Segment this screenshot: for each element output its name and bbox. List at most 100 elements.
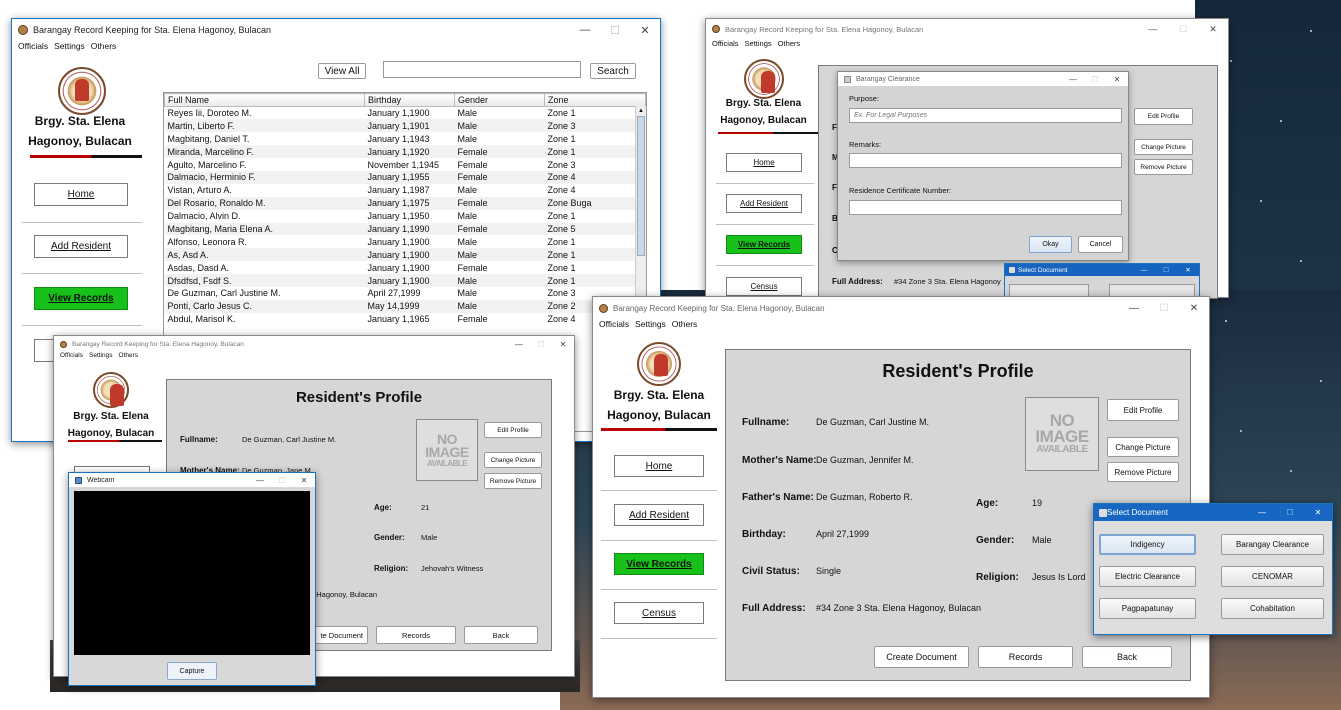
table-row[interactable]: Dalmacio, Herminio F. January 1,1955 Femal… [164,170,646,184]
menu-others[interactable]: Others [778,39,801,50]
column-header[interactable]: Birthday [364,93,455,107]
create-document-button[interactable]: Create Document [874,646,969,668]
close-icon[interactable]: ✕ [293,476,315,485]
table-row[interactable]: Magbitang, Daniel T. January 1,1943 Male Zo… [165,132,646,145]
electric-clearance-button[interactable]: Electric Clearance [1099,566,1196,587]
nav-add-resident-button[interactable]: Add Resident [34,235,128,258]
close-icon[interactable]: ✕ [1198,24,1228,35]
back-button[interactable]: Back [1082,646,1172,668]
menu-others[interactable]: Others [91,41,117,55]
records-button[interactable]: Records [376,626,456,644]
scroll-thumb[interactable] [637,116,645,256]
minimize-icon[interactable]: — [1248,508,1276,517]
close-icon[interactable]: ✕ [630,24,660,37]
menu-officials[interactable]: Officials [712,39,739,50]
menu-settings[interactable]: Settings [745,39,772,50]
maximize-icon[interactable]: ☐ [600,24,630,37]
maximize-icon[interactable]: ☐ [530,340,552,349]
records-button[interactable]: Records [978,646,1073,668]
menu-settings[interactable]: Settings [89,352,113,362]
table-row[interactable]: As, Asd A. January 1,1900 Male Zone 1 [164,248,646,262]
indigency-button[interactable]: Indigency [1099,534,1196,555]
nav-view-records-button[interactable]: View Records [726,235,802,254]
minimize-icon[interactable]: — [508,340,530,349]
maximize-icon[interactable]: ☐ [1276,508,1304,517]
nav-home-button[interactable]: Home [726,153,802,172]
minimize-icon[interactable]: — [249,476,271,485]
table-row[interactable]: Dalmacio, Alvin D. January 1,1950 Male Zone… [165,210,646,223]
close-icon[interactable]: ✕ [1177,266,1199,274]
remove-picture-button[interactable]: Remove Picture [1107,462,1179,482]
cenomar-button[interactable]: CENOMAR [1221,566,1324,587]
close-icon[interactable]: ✕ [1106,75,1128,84]
back-button[interactable]: Back [464,626,538,644]
menu-others[interactable]: Others [672,319,698,331]
minimize-icon[interactable]: — [1138,24,1168,34]
table-row[interactable]: Abdul, Marisol K. January 1,1965 Female Zon… [165,313,646,326]
maximize-icon[interactable]: ☐ [271,476,293,485]
close-icon[interactable]: ✕ [1304,508,1332,517]
table-row[interactable]: Vistan, Arturo A. January 1,1987 Male Zone … [165,184,646,197]
edit-profile-button[interactable]: Edit Profile [1107,399,1179,421]
table-row[interactable]: Magbitang, Maria Elena A. January 1,1990 F… [164,222,646,236]
view-all-button[interactable]: View All [318,63,366,79]
remarks-input[interactable] [849,153,1122,168]
menu-officials[interactable]: Officials [60,352,83,362]
table-row[interactable]: Ponti, Carlo Jesus C. May 14,1999 Male Zone… [164,299,646,313]
edit-profile-button[interactable]: Edit Profile [484,422,542,438]
capture-button[interactable]: Capture [167,662,217,680]
column-header[interactable]: Full Name [164,93,365,107]
minimize-icon[interactable]: — [1133,267,1155,274]
table-row[interactable]: Del Rosario, Ronaldo M. January 1,1975 Fem… [164,196,646,210]
nav-home-button[interactable]: Home [34,183,128,206]
search-button[interactable]: Search [590,63,636,79]
residence-cert-input[interactable] [849,200,1122,215]
edit-profile-button[interactable]: Edit Profile [1134,108,1193,125]
table-row[interactable]: De Guzman, Carl Justine M. April 27,1999 M… [165,287,646,300]
cancel-button[interactable]: Cancel [1078,236,1123,253]
table-row[interactable]: Dfsdfsd, Fsdf S. January 1,1900 Male Zone 1 [164,274,646,287]
nav-add-resident-button[interactable]: Add Resident [614,504,704,526]
table-row[interactable]: Martin, Liberto F. January 1,1901 Male Zone… [164,119,646,133]
remove-picture-button[interactable]: Remove Picture [484,473,542,489]
cohabitation-button[interactable]: Cohabitation [1221,598,1324,619]
minimize-icon[interactable]: — [1119,303,1149,314]
nav-view-records-button[interactable]: View Records [614,553,704,575]
purpose-input[interactable] [849,108,1122,123]
maximize-icon[interactable]: ☐ [1149,303,1179,314]
scroll-up-icon[interactable]: ▲ [636,106,646,116]
menu-officials[interactable]: Officials [599,319,629,331]
nav-census-button[interactable]: Census [614,602,704,624]
menu-settings[interactable]: Settings [635,319,666,331]
change-picture-button[interactable]: Change Picture [1107,437,1179,457]
okay-button[interactable]: Okay [1029,236,1072,253]
create-document-button[interactable]: te Document [308,626,368,644]
column-header[interactable]: Gender [454,93,545,107]
maximize-icon[interactable]: ☐ [1168,24,1198,35]
maximize-icon[interactable]: ☐ [1084,75,1106,84]
minimize-icon[interactable]: — [1062,75,1084,84]
change-picture-button[interactable]: Change Picture [484,452,542,468]
column-header[interactable]: Zone [544,93,646,107]
nav-home-button[interactable]: Home [614,455,704,477]
table-row[interactable]: Reyes Iii, Doroteo M. January 1,1900 Male Z… [165,107,646,120]
search-input[interactable] [383,61,581,78]
menu-officials[interactable]: Officials [18,41,48,55]
change-picture-button[interactable]: Change Picture [1134,139,1193,155]
barangay-clearance-button[interactable]: Barangay Clearance [1221,534,1324,555]
nav-view-records-button[interactable]: View Records [34,287,128,310]
nav-add-resident-button[interactable]: Add Resident [726,194,802,213]
nav-census-button[interactable]: Census [726,277,802,296]
close-icon[interactable]: ✕ [552,340,574,349]
minimize-icon[interactable]: — [570,24,600,36]
table-row[interactable]: Agulto, Marcelino F. November 1,1945 Femal… [165,158,646,171]
table-row[interactable]: Alfonso, Leonora R. January 1,1900 Male Zon… [165,235,646,248]
menu-others[interactable]: Others [119,352,139,362]
menu-settings[interactable]: Settings [54,41,85,55]
pagpapatunay-button[interactable]: Pagpapatunay [1099,598,1196,619]
maximize-icon[interactable]: ☐ [1155,266,1177,274]
table-row[interactable]: Asdas, Dasd A. January 1,1900 Female Zone 1 [165,261,646,274]
table-row[interactable]: Miranda, Marcelino F. January 1,1920 Femal… [164,145,646,159]
close-icon[interactable]: ✕ [1179,303,1209,314]
remove-picture-button[interactable]: Remove Picture [1134,159,1193,175]
